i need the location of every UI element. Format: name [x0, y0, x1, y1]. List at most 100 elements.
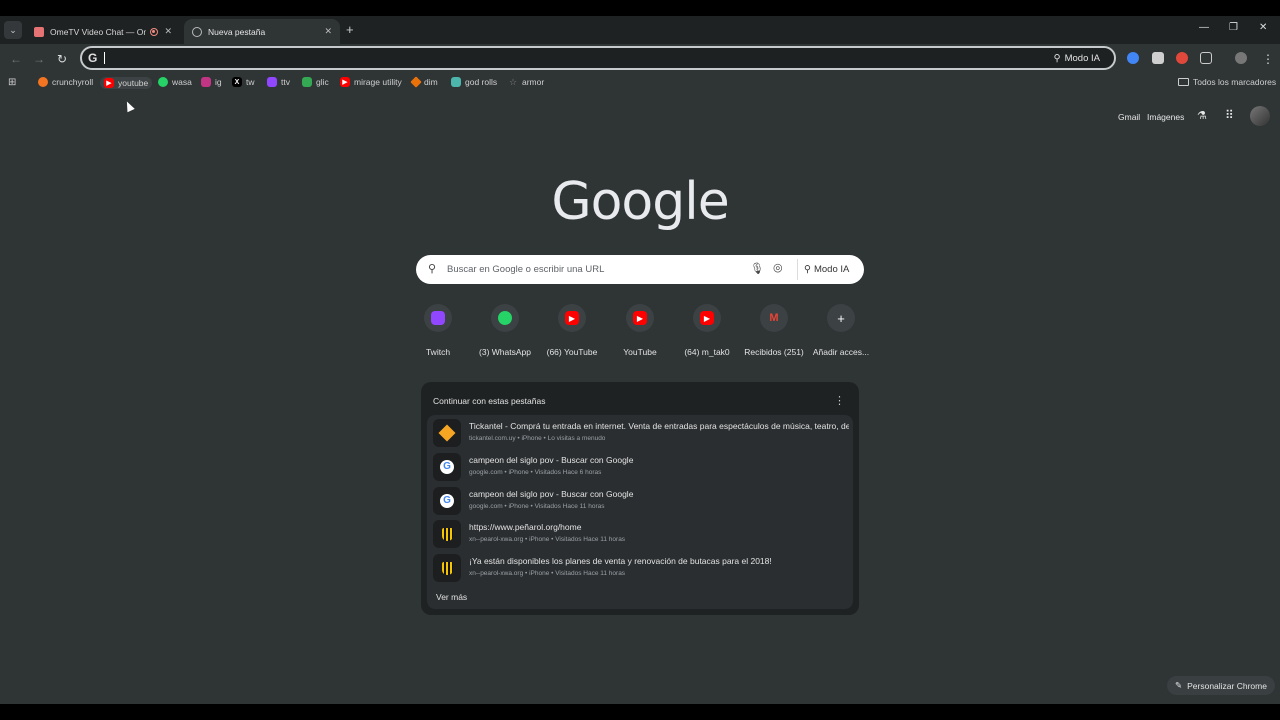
forward-icon[interactable]: →	[33, 52, 45, 66]
search-box[interactable]: ⚲ Buscar en Google o escribir una URL 🎙 …	[416, 255, 864, 284]
ai-mode-label: Modo IA	[813, 264, 850, 275]
personalize-chrome-button[interactable]: ✎ Personalizar Chrome	[1167, 676, 1275, 695]
shortcut-add[interactable]: + Añadir acces...	[809, 304, 873, 357]
youtube-icon: ▶	[633, 311, 647, 325]
more-menu-icon[interactable]: ⋮	[1262, 52, 1274, 66]
gmail-link[interactable]: Gmail	[1118, 112, 1140, 122]
camera-lens-icon[interactable]: ◎	[773, 261, 783, 274]
bookmark-label: dim	[424, 77, 438, 87]
shortcut-gmail[interactable]: M Recibidos (251)	[742, 304, 806, 357]
see-more-link[interactable]: Ver más	[436, 592, 467, 602]
item-meta: google.com • iPhone • Visitados Hace 11 …	[469, 503, 605, 510]
profile-avatar[interactable]	[1235, 52, 1247, 64]
bookmark-label: ttv	[281, 77, 290, 87]
item-title: campeon del siglo pov - Buscar con Googl…	[469, 489, 634, 499]
bookmark-ig[interactable]: ig	[201, 77, 222, 87]
extension-icon[interactable]	[1176, 52, 1188, 64]
images-link[interactable]: Imágenes	[1147, 112, 1184, 122]
continue-tabs-card: Continuar con estas pestañas ⋮ Tickantel…	[421, 382, 859, 615]
shortcut-label: Añadir acces...	[812, 347, 870, 357]
search-icon: ⚲	[428, 263, 437, 275]
shield-icon[interactable]	[1152, 52, 1164, 64]
reload-icon[interactable]: ↻	[57, 52, 67, 66]
list-item[interactable]: https://www.peñarol.org/home xn--pearol-…	[431, 518, 849, 550]
bookmark-god-rolls[interactable]: god rolls	[451, 77, 497, 87]
extension-icon[interactable]	[1127, 52, 1139, 64]
shortcut-icon-bg	[424, 304, 452, 332]
personalize-label: Personalizar Chrome	[1187, 680, 1267, 691]
text-cursor	[104, 52, 105, 64]
shortcut-label: Recibidos (251)	[744, 347, 804, 357]
armor-icon: ☆	[508, 76, 518, 87]
apps-grid-icon[interactable]: ⊞	[8, 77, 16, 88]
address-bar[interactable]: G ⚲ Modo IA	[80, 46, 1116, 70]
microphone-icon[interactable]: 🎙	[750, 262, 764, 275]
youtube-icon: ▶	[104, 78, 114, 88]
tab-strip: ⌄ OmeTV Video Chat — Ome ✕ Nueva pestaña…	[0, 16, 1280, 44]
bookmark-label: wasa	[172, 77, 192, 87]
bookmark-ttv[interactable]: ttv	[267, 77, 290, 87]
list-item[interactable]: G campeon del siglo pov - Buscar con Goo…	[431, 451, 849, 483]
tab-new-tab[interactable]: Nueva pestaña ✕	[184, 19, 340, 44]
close-tab-icon[interactable]: ✕	[164, 26, 172, 37]
whatsapp-icon	[158, 77, 168, 87]
bookmark-youtube[interactable]: ▶ youtube	[100, 77, 153, 89]
mouse-cursor-icon	[123, 99, 135, 113]
shortcut-youtube[interactable]: ▶ YouTube	[608, 304, 672, 357]
back-icon[interactable]: ←	[10, 52, 22, 66]
item-meta: tickantel.com.uy • iPhone • Lo visitas a…	[469, 435, 606, 442]
ai-mode-button[interactable]: ⚲ Modo IA	[797, 259, 849, 280]
all-bookmarks[interactable]: Todos los marcadores	[1178, 77, 1276, 87]
tab-ometv[interactable]: OmeTV Video Chat — Ome ✕	[26, 19, 180, 44]
minimize-icon[interactable]: —	[1199, 22, 1209, 33]
tab-title: Nueva pestaña	[208, 26, 266, 37]
tab-search-button[interactable]: ⌄	[4, 21, 22, 39]
bookmark-label: youtube	[118, 78, 149, 88]
apps-grid-icon[interactable]: ⠿	[1225, 108, 1234, 122]
shortcut-label: (3) WhatsApp	[479, 347, 531, 357]
list-item[interactable]: ¡Ya están disponibles los planes de vent…	[431, 552, 849, 584]
bookmarks-bar: ⊞ crunchyroll ▶ youtube wasa ig X tw ttv…	[0, 74, 1280, 94]
list-item[interactable]: Tickantel - Comprá tu entrada en interne…	[431, 417, 849, 449]
tab-list: Tickantel - Comprá tu entrada en interne…	[427, 415, 853, 609]
shortcut-youtube-66[interactable]: ▶ (66) YouTube	[540, 304, 604, 357]
close-window-icon[interactable]: ✕	[1259, 22, 1267, 33]
shortcut-label: (66) YouTube	[546, 347, 598, 357]
new-tab-button[interactable]: +	[346, 22, 354, 37]
x-icon: X	[232, 77, 242, 87]
bookmark-armor[interactable]: ☆ armor	[508, 76, 544, 88]
ai-mode-button[interactable]: ⚲ Modo IA	[1048, 50, 1106, 66]
shortcut-m-tak0[interactable]: ▶ (64) m_tak0	[675, 304, 739, 357]
card-menu-icon[interactable]: ⋮	[834, 394, 845, 407]
ometv-icon	[34, 26, 44, 37]
shortcut-whatsapp[interactable]: (3) WhatsApp	[473, 304, 537, 357]
gmail-icon: M	[769, 312, 779, 324]
instagram-icon	[201, 77, 211, 87]
bookmark-mirage-utility[interactable]: ▶ mirage utility	[340, 77, 402, 87]
list-item[interactable]: G campeon del siglo pov - Buscar con Goo…	[431, 485, 849, 517]
bookmark-wasa[interactable]: wasa	[158, 77, 192, 87]
bookmark-glic[interactable]: glic	[302, 77, 329, 87]
god-rolls-icon	[451, 77, 461, 87]
shortcut-icon-bg: ▶	[558, 304, 586, 332]
labs-icon[interactable]: ⚗	[1197, 109, 1207, 122]
shortcut-label: (64) m_tak0	[684, 347, 730, 357]
avatar[interactable]	[1250, 106, 1270, 126]
google-icon: G	[433, 453, 461, 481]
bookmark-label: mirage utility	[354, 77, 402, 87]
google-logo: Google	[551, 172, 729, 232]
pencil-icon: ✎	[1175, 680, 1183, 690]
puzzle-icon[interactable]	[1200, 52, 1212, 64]
item-title: ¡Ya están disponibles los planes de vent…	[469, 556, 772, 566]
item-title: campeon del siglo pov - Buscar con Googl…	[469, 455, 634, 465]
item-meta: google.com • iPhone • Visitados Hace 6 h…	[469, 469, 602, 476]
search-input[interactable]: Buscar en Google o escribir una URL	[447, 264, 604, 275]
bookmark-crunchyroll[interactable]: crunchyroll	[38, 77, 93, 87]
bookmark-dim[interactable]: dim	[410, 76, 438, 88]
close-tab-icon[interactable]: ✕	[324, 26, 332, 37]
maximize-icon[interactable]: ❐	[1229, 22, 1238, 33]
tickantel-icon	[433, 419, 461, 447]
shortcut-twitch[interactable]: Twitch	[406, 304, 470, 357]
bookmark-tw[interactable]: X tw	[232, 77, 255, 87]
bookmark-label: ig	[215, 77, 222, 87]
